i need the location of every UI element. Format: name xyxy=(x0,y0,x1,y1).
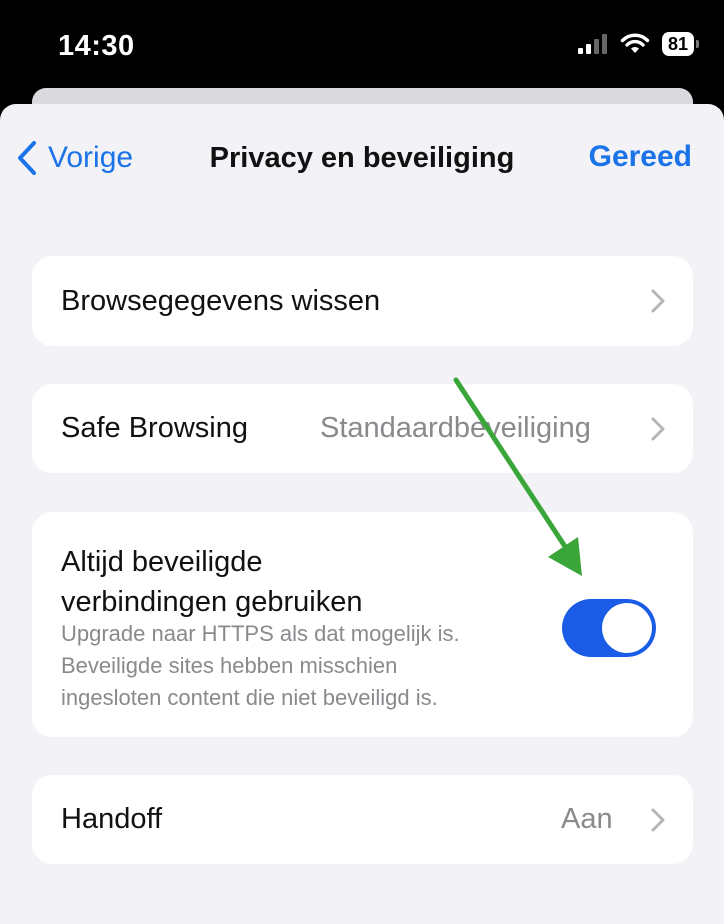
cellular-signal-icon xyxy=(577,34,607,54)
safe-browsing-label: Safe Browsing xyxy=(61,412,248,444)
handoff-row[interactable]: Handoff Aan xyxy=(32,775,693,864)
secure-connections-desc-line3: ingesloten content die niet beveiligd is… xyxy=(61,685,438,710)
clear-browsing-data-row[interactable]: Browsegegevens wissen xyxy=(32,256,693,346)
secure-connections-description: Upgrade naar HTTPS als dat mogelijk is. … xyxy=(61,618,460,714)
clear-browsing-data-label: Browsegegevens wissen xyxy=(61,285,381,317)
wifi-icon xyxy=(620,33,650,53)
secure-connections-desc-line1: Upgrade naar HTTPS als dat mogelijk is. xyxy=(61,621,460,646)
handoff-value: Aan xyxy=(561,803,613,835)
done-button[interactable]: Gereed xyxy=(589,140,692,174)
secure-connections-row: Altijd beveiligde verbindingen gebruiken… xyxy=(32,512,693,737)
secure-connections-desc-line2: Beveiligde sites hebben misschien xyxy=(61,653,398,678)
safe-browsing-row[interactable]: Safe Browsing Standaardbeveiliging xyxy=(32,384,693,473)
secure-connections-toggle[interactable] xyxy=(562,599,656,657)
battery-indicator: 81 xyxy=(661,32,700,56)
chevron-right-icon xyxy=(651,808,665,832)
safe-browsing-value: Standaardbeveiliging xyxy=(320,412,591,444)
settings-sheet: Vorige Privacy en beveiliging Gereed Bro… xyxy=(0,104,724,924)
chevron-right-icon xyxy=(651,417,665,441)
secure-connections-label-line1: Altijd beveiligde xyxy=(61,546,263,578)
toggle-knob xyxy=(602,603,652,653)
secure-connections-label-line2: verbindingen gebruiken xyxy=(61,586,363,618)
status-time: 14:30 xyxy=(58,30,135,62)
status-icons: 81 xyxy=(577,32,700,56)
status-bar: 14:30 81 xyxy=(0,0,724,92)
handoff-label: Handoff xyxy=(61,803,163,835)
chevron-right-icon xyxy=(651,289,665,313)
secure-connections-label: Altijd beveiligde verbindingen gebruiken xyxy=(61,542,363,622)
